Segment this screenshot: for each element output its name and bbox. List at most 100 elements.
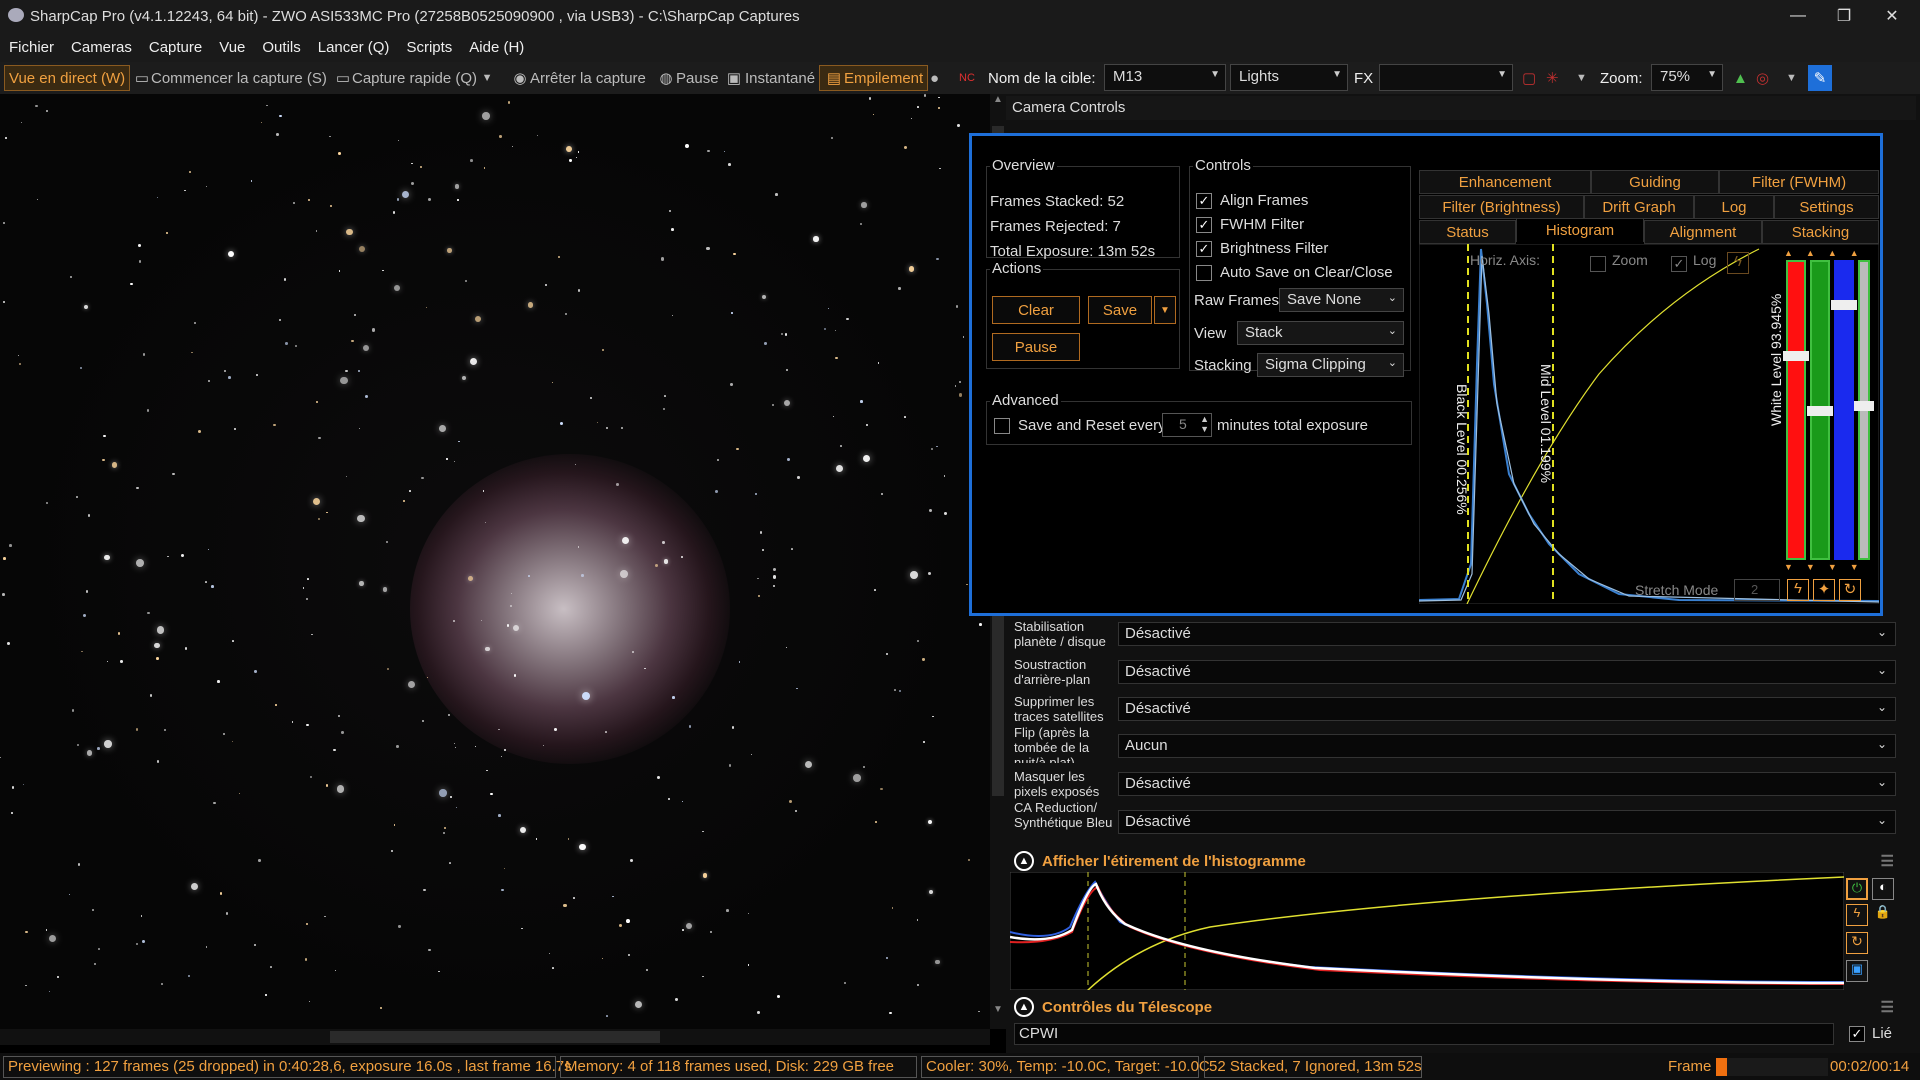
stacking-method-select[interactable]: Sigma Clipping ⌄ <box>1257 353 1404 377</box>
tab-log[interactable]: Log <box>1694 195 1774 219</box>
pen-icon[interactable]: ✎ <box>1808 65 1832 91</box>
menu-vue[interactable]: Vue <box>219 39 245 56</box>
menu-scripts[interactable]: Scripts <box>406 39 452 56</box>
tab-filter-fwhm[interactable]: Filter (FWHM) <box>1719 170 1879 194</box>
tab-guiding[interactable]: Guiding <box>1591 170 1719 194</box>
view-select[interactable]: Stack ⌄ <box>1237 321 1404 345</box>
stop-capture-button[interactable]: ◉ Arrêter la capture <box>510 65 645 91</box>
scroll-down-icon[interactable]: ▼ <box>993 1004 1003 1015</box>
contrast-icon[interactable]: ◐ <box>1872 878 1894 900</box>
reset-icon[interactable]: ↻ <box>1839 579 1861 601</box>
green-slider-thumb[interactable] <box>1807 406 1833 416</box>
auto-stretch-icon[interactable]: ⏻ <box>1846 878 1868 900</box>
collapse-icon[interactable]: ▲ <box>1014 851 1034 871</box>
auto-save-checkbox[interactable] <box>1196 265 1212 281</box>
quick-capture-button[interactable]: ▭ Capture rapide (Q) ▼ <box>334 65 497 91</box>
close-button[interactable]: ✕ <box>1864 0 1920 32</box>
lightning-icon[interactable]: ϟ <box>1727 252 1749 274</box>
lightning-icon[interactable]: ϟ <box>1787 579 1809 601</box>
red-slider-thumb[interactable] <box>1783 351 1809 361</box>
align-frames-checkbox[interactable]: ✓ <box>1196 193 1212 209</box>
zoom-combo[interactable]: 75% ▼ <box>1651 64 1723 91</box>
menu-cameras[interactable]: Cameras <box>71 39 132 56</box>
live-view-button[interactable]: Vue en direct (W) <box>4 65 131 91</box>
slider-down-arrows[interactable]: ▼▼▼▼ <box>1784 562 1870 572</box>
log-checkbox[interactable]: ✓ <box>1671 256 1687 272</box>
start-capture-button[interactable]: ▭ Commencer la capture (S) <box>133 65 327 91</box>
chevron-down-icon[interactable]: ▼ <box>477 72 497 84</box>
histogram-toggle-icon[interactable]: ▲ <box>1733 65 1748 91</box>
pause-button[interactable]: ◍ Pause <box>656 65 718 91</box>
reset-icon[interactable]: ↻ <box>1846 932 1868 954</box>
mask-pixels-select[interactable]: Désactivé ⌄ <box>1118 772 1896 796</box>
image-viewport[interactable] <box>0 94 990 1029</box>
scroll-up-icon[interactable]: ▲ <box>993 94 1003 105</box>
red-slider-track[interactable] <box>1786 260 1806 560</box>
lightning-icon[interactable]: ϟ <box>1846 904 1868 926</box>
target-name-combo[interactable]: M13 ▼ <box>1104 64 1226 91</box>
reticle-icon[interactable]: ▢ <box>1522 65 1536 91</box>
save-dropdown-button[interactable]: ▼ <box>1154 296 1176 324</box>
tab-histogram[interactable]: Histogram <box>1516 218 1644 242</box>
save-button[interactable]: Save <box>1088 296 1152 324</box>
dark-icon[interactable]: ● <box>930 65 939 91</box>
star <box>164 728 167 731</box>
zoom-checkbox[interactable] <box>1590 256 1606 272</box>
star <box>938 96 940 99</box>
slider-up-arrows[interactable]: ▲▲▲▲ <box>1784 248 1870 258</box>
menu-capture[interactable]: Capture <box>149 39 202 56</box>
horizontal-scroll-thumb[interactable] <box>330 1031 660 1043</box>
lock-icon[interactable]: 🔒 <box>1872 904 1894 926</box>
star <box>664 559 669 564</box>
background-subtraction-select[interactable]: Désactivé ⌄ <box>1118 660 1896 684</box>
menu-outils[interactable]: Outils <box>262 39 300 56</box>
menu-icon[interactable]: ☰ <box>1881 998 1894 1016</box>
stepper-arrows-icon[interactable]: ▲ ▼ <box>1200 414 1209 434</box>
tab-drift-graph[interactable]: Drift Graph <box>1584 195 1694 219</box>
image-horizontal-scrollbar[interactable] <box>0 1029 990 1045</box>
fx-combo[interactable]: ▼ <box>1379 64 1513 91</box>
minutes-stepper[interactable]: 5 ▲ ▼ <box>1162 413 1212 437</box>
luminance-slider-thumb[interactable] <box>1854 401 1874 411</box>
menu-lancer[interactable]: Lancer (Q) <box>318 39 390 56</box>
camera-controls-header[interactable]: Camera Controls <box>1006 96 1916 120</box>
clear-button[interactable]: Clear <box>992 296 1080 324</box>
frame-type-combo[interactable]: Lights ▼ <box>1230 64 1348 91</box>
save-icon[interactable]: ▣ <box>1846 960 1868 982</box>
histogram-stretch-graph[interactable] <box>1010 872 1844 990</box>
focus-icon[interactable]: ◎ <box>1756 65 1769 91</box>
tab-alignment[interactable]: Alignment <box>1644 220 1762 244</box>
no-capture-icon[interactable]: NC <box>959 65 975 91</box>
ca-reduction-select[interactable]: Désactivé ⌄ <box>1118 810 1896 834</box>
chevron-down-icon[interactable]: ▼ <box>1786 65 1797 91</box>
level-sliders[interactable]: ▲▲▲▲ ▼▼▼▼ <box>1782 248 1874 578</box>
tab-filter-brightness[interactable]: Filter (Brightness) <box>1419 195 1584 219</box>
tab-stacking[interactable]: Stacking <box>1762 220 1879 244</box>
blue-slider-thumb[interactable] <box>1831 300 1857 310</box>
telescope-controls-header[interactable]: ▲ Contrôles du Télescope ☰ <box>1014 994 1898 1020</box>
stacking-button[interactable]: ▤ Empilement <box>819 65 929 91</box>
fwhm-filter-checkbox[interactable]: ✓ <box>1196 217 1212 233</box>
planet-stabilisation-select[interactable]: Désactivé ⌄ <box>1118 622 1896 646</box>
snapshot-button[interactable]: ▣ Instantané <box>723 65 815 91</box>
collapse-icon[interactable]: ▲ <box>1014 997 1034 1017</box>
tab-settings[interactable]: Settings <box>1774 195 1879 219</box>
crosshair-icon[interactable]: ✳ <box>1546 65 1559 91</box>
menu-aide[interactable]: Aide (H) <box>469 39 524 56</box>
chevron-down-icon[interactable]: ▼ <box>1576 65 1587 91</box>
raw-frames-select[interactable]: Save None ⌄ <box>1279 288 1404 312</box>
stretch-mode-stepper[interactable]: 2 <box>1734 579 1780 601</box>
flip-select[interactable]: Aucun ⌄ <box>1118 734 1896 758</box>
tab-status[interactable]: Status <box>1419 220 1516 244</box>
sparkle-icon[interactable]: ✦ <box>1813 579 1835 601</box>
menu-icon[interactable]: ☰ <box>1881 852 1894 870</box>
linked-checkbox[interactable]: ✓ <box>1849 1026 1865 1042</box>
menu-fichier[interactable]: Fichier <box>9 39 54 56</box>
tab-enhancement[interactable]: Enhancement <box>1419 170 1591 194</box>
pause-stacking-button[interactable]: Pause <box>992 333 1080 361</box>
satellite-trails-select[interactable]: Désactivé ⌄ <box>1118 697 1896 721</box>
mount-select[interactable]: CPWI <box>1014 1023 1834 1045</box>
save-reset-checkbox[interactable] <box>994 418 1010 434</box>
histogram-stretch-header[interactable]: ▲ Afficher l'étirement de l'histogramme ☰ <box>1014 848 1898 874</box>
brightness-filter-checkbox[interactable]: ✓ <box>1196 241 1212 257</box>
